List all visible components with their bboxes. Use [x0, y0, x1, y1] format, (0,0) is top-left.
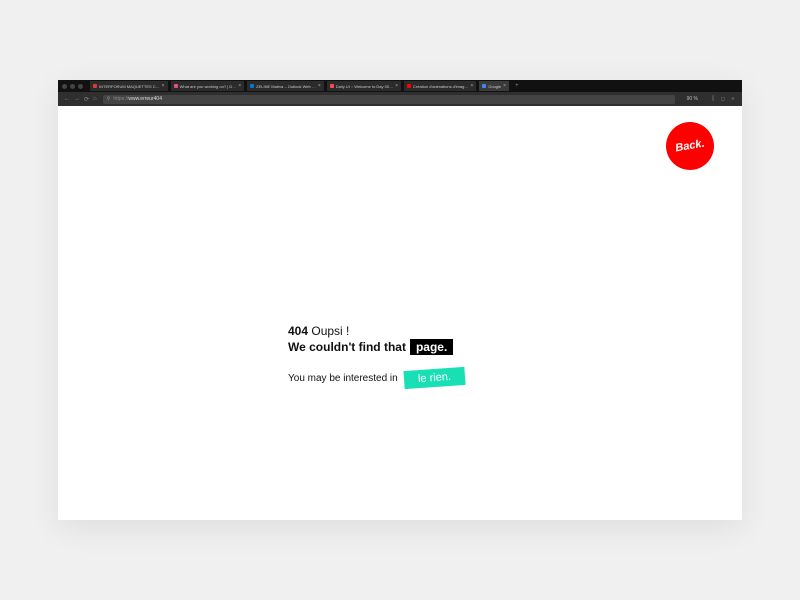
favicon-icon: [93, 84, 97, 88]
close-icon[interactable]: ×: [470, 83, 473, 89]
tab-google[interactable]: Google ×: [479, 81, 509, 91]
zoom-level[interactable]: 90 %: [687, 96, 698, 102]
tab-label: Création d'animations d'imag…: [413, 84, 468, 89]
error-code: 404: [288, 324, 308, 338]
close-icon[interactable]: ×: [395, 83, 398, 89]
error-exclaim: Oupsi !: [311, 324, 349, 338]
tab-label: Daily UI :: Welcome to Day 00…: [336, 84, 393, 89]
error-content: 404 Oupsi ! We couldn't find that page. …: [288, 324, 465, 387]
suggestion-text: You may be interested in: [288, 373, 398, 384]
browser-window: INTERFORUM MAQUETTES C… × What are you w…: [58, 80, 742, 520]
back-button-label: Back.: [674, 138, 705, 155]
close-window-dot[interactable]: [62, 84, 67, 89]
account-icon[interactable]: ◻: [720, 96, 726, 102]
tab-label: What are you working on? | D…: [180, 84, 237, 89]
error-heading: 404 Oupsi !: [288, 324, 465, 338]
new-tab-button[interactable]: +: [512, 83, 522, 89]
forward-icon[interactable]: →: [74, 96, 80, 103]
tab-strip: INTERFORUM MAQUETTES C… × What are you w…: [58, 80, 742, 92]
favicon-icon: [407, 84, 411, 88]
favicon-icon: [174, 84, 178, 88]
search-icon: ⚲: [107, 96, 111, 102]
page-chip: page.: [410, 339, 453, 355]
reload-icon[interactable]: ⟳: [84, 96, 89, 103]
back-icon[interactable]: ←: [64, 96, 70, 103]
minimize-window-dot[interactable]: [70, 84, 75, 89]
toolbar-right: ⫿ ◻ ≡: [710, 96, 736, 102]
url-host: www.erreur404: [128, 96, 162, 102]
tab-label: INTERFORUM MAQUETTES C…: [99, 84, 160, 89]
page-viewport: Back. 404 Oupsi ! We couldn't find that …: [58, 106, 742, 520]
library-icon[interactable]: ⫿: [710, 96, 716, 102]
favicon-icon: [330, 84, 334, 88]
tab-interforum[interactable]: INTERFORUM MAQUETTES C… ×: [90, 81, 168, 91]
tab-label: Google: [488, 84, 501, 89]
tab-label: ZELINE Maëva – Outlook Web …: [256, 84, 316, 89]
tab-dribbble[interactable]: What are you working on? | D… ×: [171, 81, 245, 91]
home-icon[interactable]: ⌂: [93, 96, 97, 103]
suggestion-chip[interactable]: le rien.: [403, 367, 465, 389]
error-subheading-text: We couldn't find that: [288, 340, 406, 354]
address-bar[interactable]: ⚲ https://www.erreur404: [103, 95, 675, 104]
menu-icon[interactable]: ≡: [730, 96, 736, 102]
tab-dailyui[interactable]: Daily UI :: Welcome to Day 00… ×: [327, 81, 401, 91]
url-text: https://www.erreur404: [113, 96, 162, 102]
nav-buttons: ← → ⟳ ⌂: [64, 96, 97, 103]
tab-adobe[interactable]: Création d'animations d'imag… ×: [404, 81, 476, 91]
suggestion-line: You may be interested in le rien.: [288, 369, 465, 387]
close-icon[interactable]: ×: [162, 83, 165, 89]
toolbar: ← → ⟳ ⌂ ⚲ https://www.erreur404 90 % ⫿ ◻…: [58, 92, 742, 106]
error-subheading: We couldn't find that page.: [288, 339, 465, 355]
favicon-icon: [482, 84, 486, 88]
tab-outlook[interactable]: ZELINE Maëva – Outlook Web … ×: [247, 81, 324, 91]
maximize-window-dot[interactable]: [78, 84, 83, 89]
close-icon[interactable]: ×: [318, 83, 321, 89]
window-controls: [62, 84, 83, 89]
close-icon[interactable]: ×: [238, 83, 241, 89]
back-button[interactable]: Back.: [662, 118, 718, 174]
favicon-icon: [250, 84, 254, 88]
url-protocol: https://: [113, 96, 128, 102]
close-icon[interactable]: ×: [503, 83, 506, 89]
